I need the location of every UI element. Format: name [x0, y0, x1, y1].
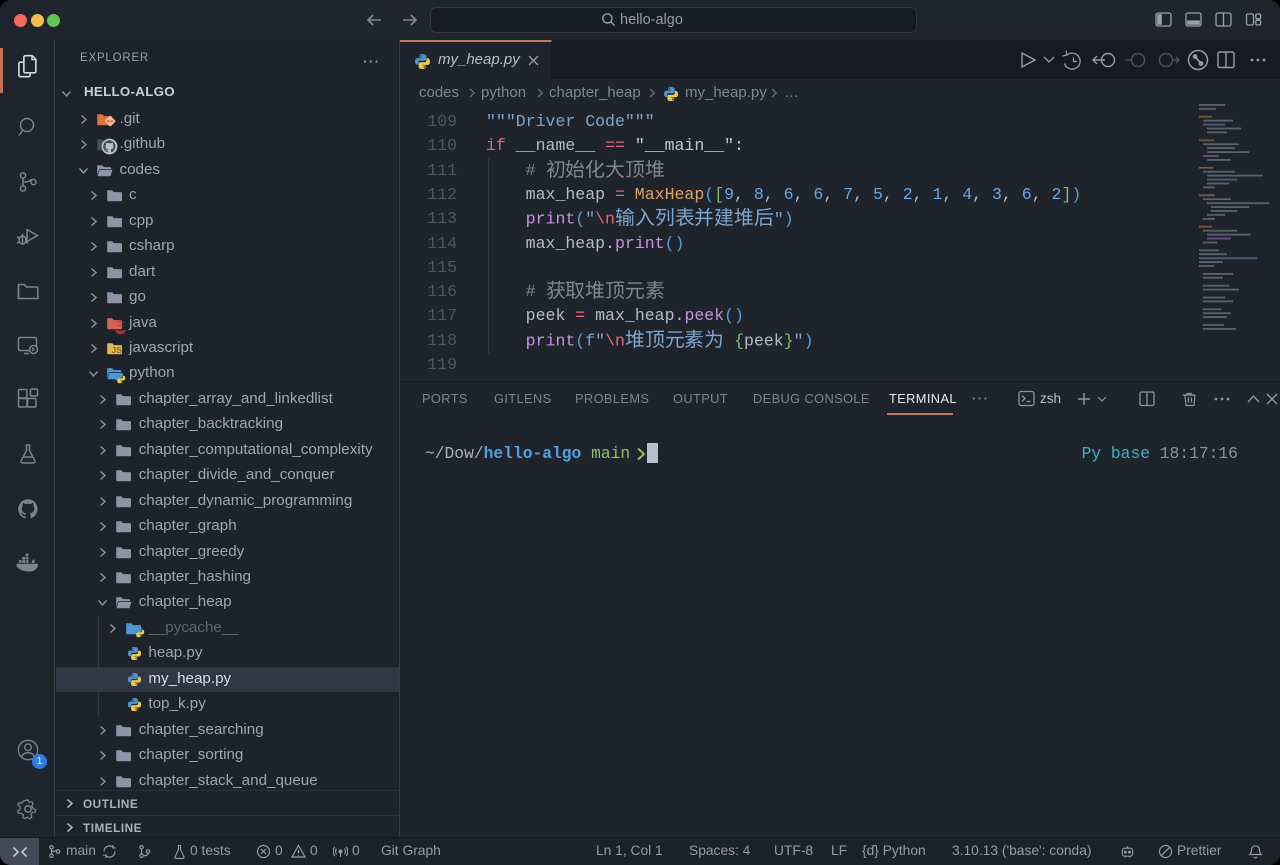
svg-text:zsh: zsh [1040, 391, 1061, 406]
